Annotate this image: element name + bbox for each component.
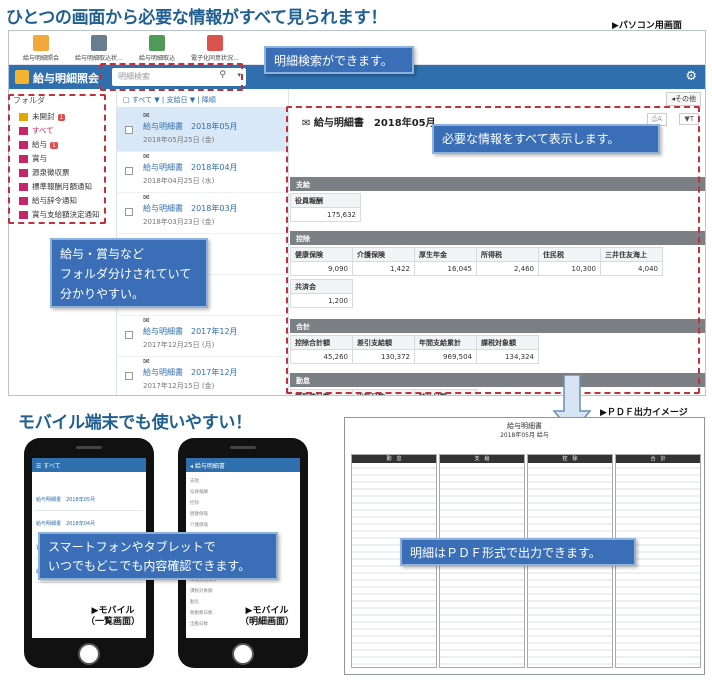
consent-icon [207, 35, 223, 51]
mobile-detail-row: 出勤日数 [190, 622, 208, 627]
other-button[interactable]: ◂その他 [666, 92, 701, 106]
import-status-icon [91, 35, 107, 51]
list-item-date: 2018年05月25日 (金) [143, 136, 215, 144]
list-item-date: 2017年12月15日 (金) [143, 382, 215, 390]
list-filter-bar[interactable]: □ すべて ▼ | 支給日 ▼ | 降順 [123, 95, 216, 105]
toolbar-item-label: 給与明細照会 [22, 55, 59, 62]
checkbox[interactable] [125, 167, 133, 175]
mobile-list-item[interactable]: 給与明細書 2018年05月 [36, 496, 95, 503]
list-item[interactable]: ✉ 給与明細書 2018年03月 2018年03月23日 (金) [117, 189, 289, 234]
mobile-detail-row: 勤怠 [190, 600, 199, 605]
list-item-date: 2018年04月25日 (水) [143, 177, 215, 185]
pdf-column-header: 控 除 [528, 455, 612, 463]
list-item[interactable]: ✉ 給与明細書 2018年05月 2018年05月25日 (金) [117, 107, 289, 152]
mobile-detail-row: 控除 [190, 501, 199, 506]
list-item[interactable]: ✉ 給与明細書 2017年12月 2017年12月25日 (月) [117, 312, 289, 357]
search-callout: 明細検索ができます。 [264, 46, 414, 74]
speaker [76, 446, 102, 449]
toolbar-item[interactable]: 給与明細照会 [13, 33, 69, 62]
info-callout: 必要な情報をすべて表示します。 [432, 124, 660, 154]
mobile-detail-row: 課税対象額 [190, 589, 213, 594]
app-logo-icon [15, 70, 29, 84]
mobile-detail-row: 健康保険 [190, 512, 208, 517]
list-item-title[interactable]: 給与明細書 2017年12月 [143, 326, 238, 337]
speaker [230, 446, 256, 449]
pdf-column-header: 合 計 [616, 455, 700, 463]
divider [35, 582, 143, 583]
checkbox[interactable] [125, 331, 133, 339]
folder-highlight [8, 94, 106, 224]
pdf-column-header: 支 給 [440, 455, 524, 463]
mobile-detail-row: 役員報酬 [190, 490, 208, 495]
checkbox[interactable] [125, 208, 133, 216]
pdf-subtitle: 2018年05月 給与 [500, 432, 549, 439]
mobile-list-item[interactable]: 給与明細書 2018年04月 [36, 520, 95, 527]
envelope-icon: ✉ [143, 193, 150, 202]
mobile-header: ◂ 給与明細書 [186, 458, 300, 472]
import-icon [149, 35, 165, 51]
list-item-title[interactable]: 給与明細書 2018年03月 [143, 203, 238, 214]
list-item-title[interactable]: 給与明細書 2018年04月 [143, 162, 238, 173]
app-title: 給与明細照会 [33, 72, 99, 85]
pdf-callout: 明細はＰＤＦ形式で出力できます。 [400, 538, 636, 566]
payslip-icon [33, 35, 49, 51]
headline: ひとつの画面から必要な情報がすべて見られます！ [6, 8, 388, 28]
toolbar-item[interactable]: 給与明細取込状… [71, 33, 127, 62]
list-item[interactable]: ✉ 給与明細書 2018年04月 2018年04月25日 (水) [117, 148, 289, 193]
mobile-list-caption: ▶モバイル （一覧画面） [86, 606, 141, 628]
envelope-icon: ✉ [143, 152, 150, 161]
mobile-callout: スマートフォンやタブレットで いつでもどこでも内容確認できます。 [38, 532, 278, 580]
checkbox[interactable] [125, 126, 133, 134]
list-item[interactable]: ✉ 給与明細書 2017年12月 2017年12月15日 (金) [117, 353, 289, 395]
folder-callout: 給与・賞与など フォルダ分けされていて 分かりやすい。 [50, 238, 208, 308]
toolbar-item[interactable]: 電子化同意状況… [187, 33, 243, 62]
home-button[interactable] [78, 643, 100, 665]
pdf-column-header: 勤 怠 [352, 455, 436, 463]
envelope-icon: ✉ [143, 111, 150, 120]
mobile-detail-caption: ▶モバイル （明細画面） [240, 606, 295, 628]
home-button[interactable] [232, 643, 254, 665]
toolbar-item-label: 電子化同意状況… [190, 55, 239, 62]
list-item-date: 2018年03月23日 (金) [143, 218, 215, 226]
mobile-header: ☰ すべて [32, 458, 146, 472]
list-item-title[interactable]: 給与明細書 2017年12月 [143, 367, 238, 378]
list-item-title[interactable]: 給与明細書 2018年05月 [143, 121, 238, 132]
checkbox[interactable] [125, 372, 133, 380]
search-highlight [100, 63, 243, 91]
mobile-detail-row: 介護保険 [190, 523, 208, 528]
toolbar-item-label: 給与明細取込 [138, 55, 175, 62]
envelope-icon: ✉ [143, 316, 150, 325]
envelope-icon: ✉ [143, 357, 150, 366]
toolbar-item-label: 給与明細取込状… [74, 55, 123, 62]
list-item-date: 2017年12月25日 (月) [143, 341, 215, 349]
mobile-headline: モバイル端末でも使いやすい！ [18, 413, 252, 433]
mobile-detail-row: 要勤務日数 [190, 611, 213, 616]
divider [35, 510, 143, 511]
gear-icon[interactable]: ⚙ [685, 69, 697, 84]
mobile-detail-row: 支給 [190, 479, 199, 484]
toolbar-item[interactable]: 給与明細取込 [129, 33, 185, 62]
